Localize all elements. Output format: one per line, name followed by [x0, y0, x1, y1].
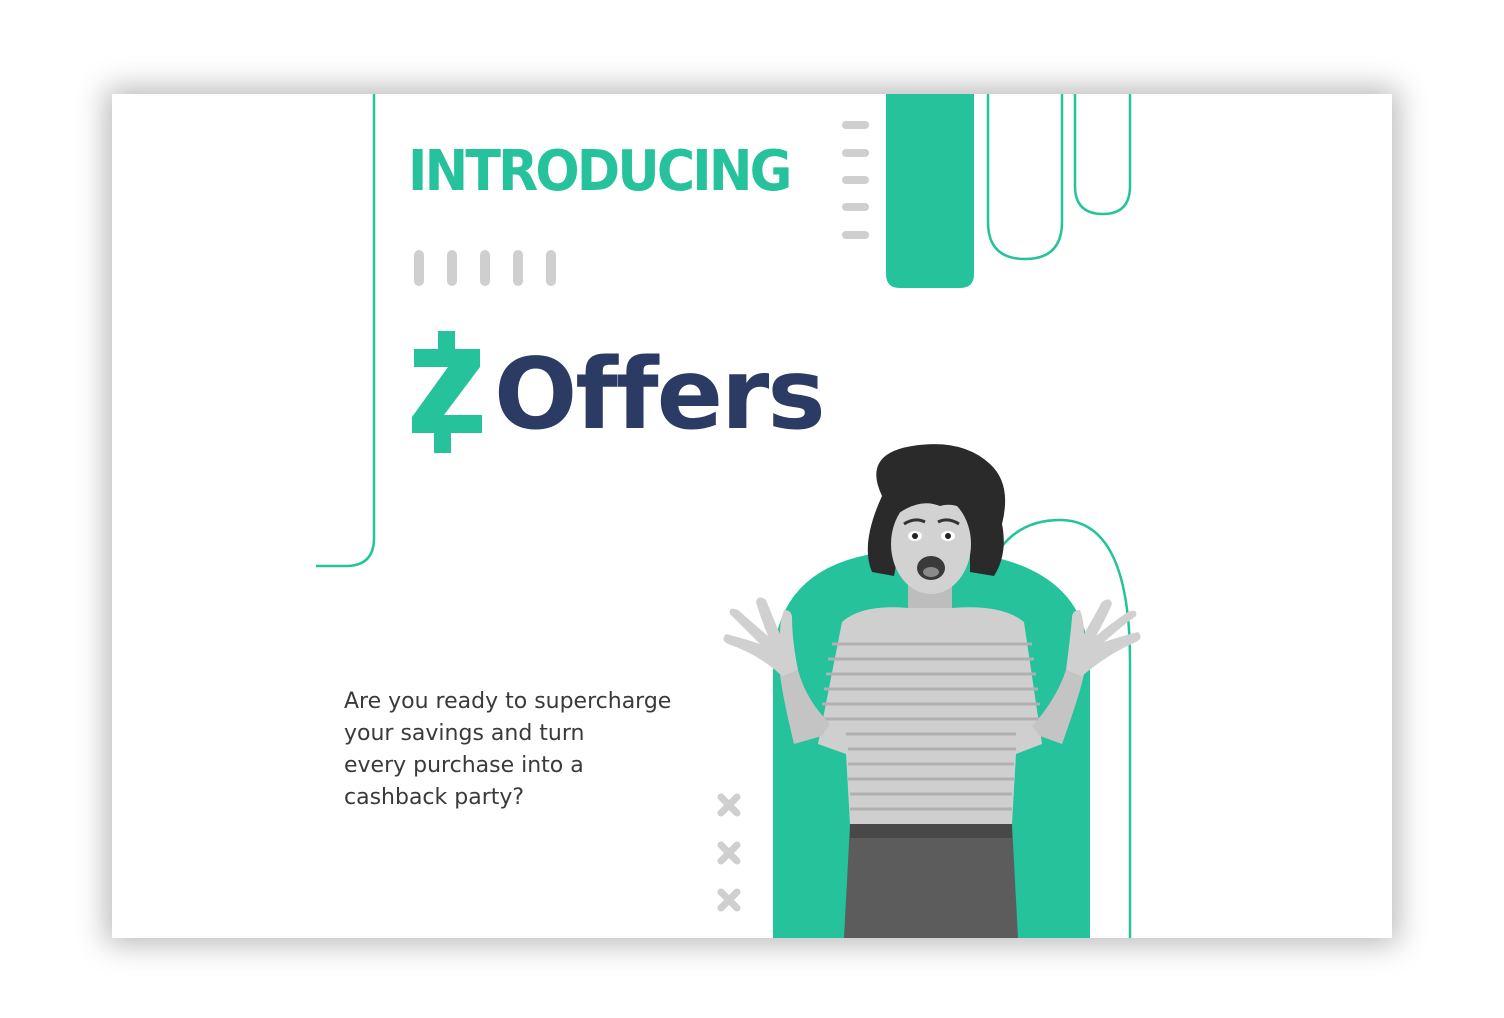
gray-dash-column — [842, 121, 869, 239]
corner-line-decoration — [316, 94, 376, 568]
intro-heading: INTRODUCING — [408, 139, 792, 204]
zoffers-logo: Offers — [410, 331, 826, 453]
page-background: INTRODUCING Offers Are you ready to supe… — [0, 0, 1504, 1018]
gray-pill-row — [414, 250, 556, 286]
green-bar-decoration — [886, 94, 974, 288]
tagline-line: Are you ready to supercharge — [344, 689, 672, 714]
excited-woman-photo — [723, 444, 1141, 938]
brand-wordmark: Offers — [494, 338, 826, 452]
tagline-line: your savings and turn — [344, 721, 585, 746]
tagline-line: cashback party? — [344, 785, 525, 810]
promo-card: INTRODUCING Offers Are you ready to supe… — [112, 94, 1392, 938]
outline-u-small — [1073, 94, 1132, 216]
tagline-text: Are you ready to supercharge your saving… — [344, 686, 724, 814]
z-currency-logo-icon — [412, 331, 482, 453]
tagline-line: every purchase into a — [344, 753, 584, 778]
outline-u-large — [986, 94, 1064, 261]
